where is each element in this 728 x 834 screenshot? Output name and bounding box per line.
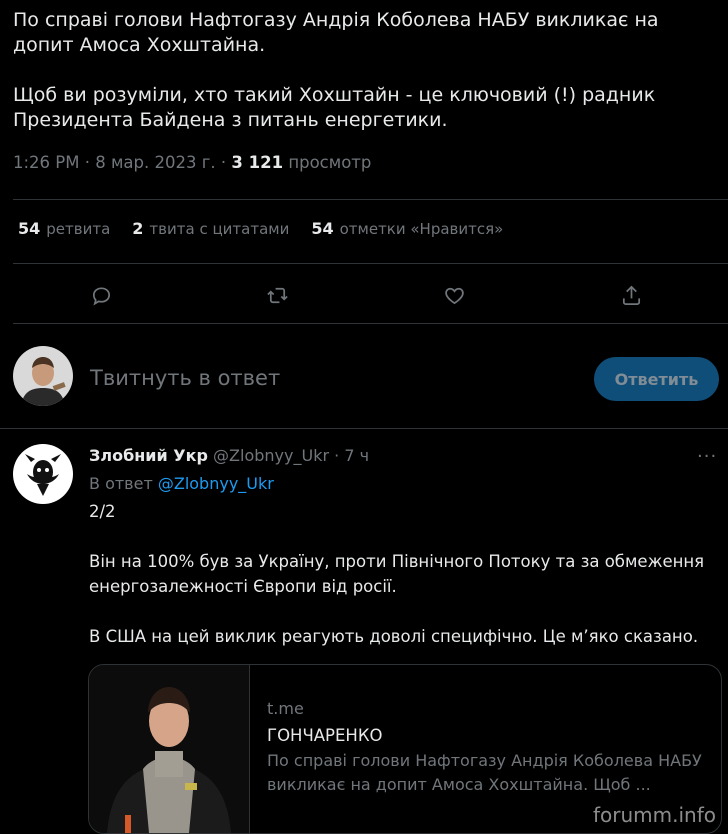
retweets-stat[interactable]: 54 ретвита — [18, 219, 110, 238]
views-label: просмотр — [288, 153, 372, 172]
card-domain: t.me — [267, 699, 304, 718]
user-avatar[interactable] — [13, 346, 73, 406]
card-description: По справі голови Нафтогазу Андрія Коболе… — [267, 751, 702, 794]
reply-icon[interactable] — [88, 282, 114, 308]
reply-author-line: Злобний Укр @Zlobnyy_Ukr · 7 ч — [89, 446, 370, 465]
divider — [13, 323, 728, 324]
tweet-date[interactable]: 8 мар. 2023 г. — [95, 153, 215, 172]
reply-button[interactable]: Ответить — [594, 357, 719, 401]
reply-author-handle[interactable]: @Zlobnyy_Ukr — [213, 446, 329, 465]
divider — [13, 263, 728, 264]
tweet-stats: 54 ретвита 2 твита с цитатами 54 отметки «Н… — [18, 219, 503, 238]
share-icon[interactable] — [618, 282, 644, 308]
tweet-meta: 1:26 PM · 8 мар. 2023 г. · 3 121 просмот… — [13, 153, 372, 172]
quotes-stat[interactable]: 2 твита с цитатами — [132, 219, 289, 238]
more-icon[interactable]: ··· — [697, 446, 717, 467]
reply-author-avatar[interactable] — [13, 444, 73, 504]
retweet-icon[interactable] — [264, 282, 290, 308]
views-count: 3 121 — [231, 153, 284, 172]
divider — [0, 428, 728, 429]
card-image — [89, 665, 250, 833]
reply-text: 2/2 Він на 100% був за Україну, проти Пі… — [89, 502, 705, 646]
like-icon[interactable] — [441, 282, 467, 308]
reply-author-name[interactable]: Злобний Укр — [89, 446, 208, 465]
reply-time[interactable]: 7 ч — [344, 446, 369, 465]
tweet-time[interactable]: 1:26 PM — [13, 153, 79, 172]
replying-to: В ответ @Zlobnyy_Ukr — [89, 474, 274, 493]
tweet-text: По справі голови Нафтогазу Андрія Коболе… — [13, 9, 659, 131]
reply-input[interactable]: Твитнуть в ответ — [90, 366, 280, 390]
replying-to-link[interactable]: @Zlobnyy_Ukr — [158, 474, 274, 493]
likes-stat[interactable]: 54 отметки «Нравится» — [311, 219, 503, 238]
card-title: ГОНЧАРЕНКО — [267, 726, 383, 745]
watermark: forumm.info — [592, 803, 716, 827]
divider — [13, 199, 728, 200]
